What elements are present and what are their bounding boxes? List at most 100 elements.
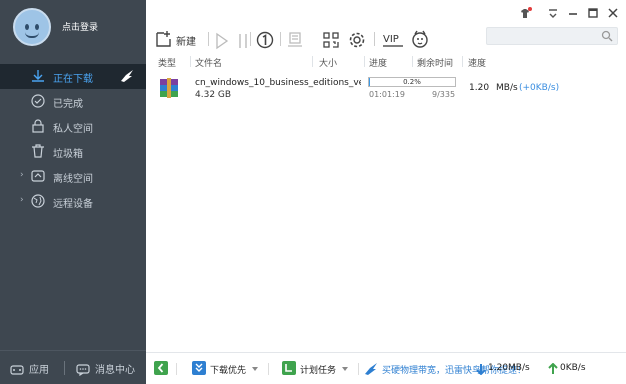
minimize-icon[interactable]: [566, 6, 580, 20]
status-bar: 下载优先 计划任务 买硬物理带宽，迅雷快鸟帮你提速！ 1.20MB/s 0KB/…: [146, 352, 626, 384]
message-center-label: 消息中心: [95, 365, 135, 376]
toolbar-divider: [374, 32, 375, 46]
column-divider[interactable]: [190, 56, 191, 67]
sidebar-item-downloading[interactable]: 正在下载: [0, 64, 146, 89]
qr-code-icon[interactable]: [322, 29, 340, 51]
file-size: 4.32 GB: [195, 90, 232, 100]
sidebar-item-trash[interactable]: 垃圾箱: [0, 139, 146, 164]
skin-icon[interactable]: [518, 6, 532, 20]
close-icon[interactable]: [606, 6, 620, 20]
cloud-icon: [31, 170, 45, 182]
sidebar-item-label: 已完成: [53, 99, 83, 110]
table-row[interactable]: cn_windows_10_business_editions_versio..…: [146, 74, 626, 102]
trash-icon: [32, 144, 44, 158]
toolbar-divider: [280, 32, 281, 46]
thunder-bird-icon: [121, 70, 133, 82]
thunder-bird-icon: [365, 363, 377, 375]
toolbar-divider: [208, 32, 209, 46]
column-size[interactable]: 大小: [319, 56, 337, 69]
profile-area[interactable]: 点击登录: [0, 0, 146, 56]
avatar-mouth: [25, 32, 39, 38]
upload-speed: (+0KB/s): [519, 83, 560, 93]
apps-icon: [10, 365, 24, 375]
main-menu-icon[interactable]: [546, 6, 560, 20]
schedule-icon[interactable]: [282, 361, 296, 375]
double-chevron-down-icon: [195, 363, 203, 372]
maximize-icon[interactable]: [586, 6, 600, 20]
message-center-button[interactable]: 消息中心: [76, 361, 135, 377]
sidebar: 点击登录 正在下载 已完成 私人空间 垃圾箱 › 离线空间 › 远程设备 应用 …: [0, 0, 146, 384]
table-header: 类型 文件名 大小 进度 剩余时间 速度: [146, 54, 626, 69]
status-divider: [176, 363, 177, 375]
expand-arrow-icon[interactable]: ›: [20, 170, 24, 180]
chevron-left-icon: [157, 363, 164, 373]
collapse-sidebar-button[interactable]: [154, 361, 168, 375]
settings-gear-icon[interactable]: [348, 29, 366, 51]
batch-icon[interactable]: [287, 29, 305, 51]
speed-unit: MB/s: [496, 83, 518, 93]
start-icon[interactable]: [214, 30, 230, 52]
arrow-up-icon: [548, 363, 558, 374]
avatar-eye-right: [35, 24, 39, 30]
status-divider: [268, 363, 269, 375]
pause-icon[interactable]: [236, 30, 250, 52]
priority-dropdown-icon[interactable]: [252, 367, 258, 371]
download-priority-icon[interactable]: [192, 361, 206, 375]
archive-file-icon: [160, 78, 178, 98]
column-divider[interactable]: [312, 56, 313, 67]
expand-arrow-icon[interactable]: ›: [20, 195, 24, 205]
progress-text: 0.2%: [403, 78, 421, 86]
sidebar-item-label: 远程设备: [53, 199, 93, 210]
total-upload-speed: 0KB/s: [560, 363, 586, 373]
sidebar-footer: 应用 消息中心: [0, 350, 146, 384]
column-divider[interactable]: [364, 56, 365, 67]
column-progress[interactable]: 进度: [369, 56, 387, 69]
column-type[interactable]: 类型: [158, 56, 176, 69]
vip-icon[interactable]: VIP: [382, 29, 404, 51]
avatar[interactable]: [13, 8, 51, 46]
arrow-down-icon: [476, 364, 486, 375]
status-divider: [358, 363, 359, 375]
download-speed: 1.20: [469, 83, 490, 93]
login-link[interactable]: 点击登录: [62, 20, 98, 33]
progress-bar: 0.2%: [368, 77, 456, 87]
check-circle-icon: [31, 94, 45, 108]
sidebar-item-completed[interactable]: 已完成: [0, 89, 146, 114]
file-name: cn_windows_10_business_editions_versio..…: [195, 78, 361, 88]
lock-icon: [32, 119, 44, 133]
main-panel: 新建 VIP 类型 文件名 大小 进度 剩余时间 速度 cn_windows_1…: [146, 0, 626, 384]
column-remaining[interactable]: 剩余时间: [417, 56, 453, 69]
message-icon: [76, 364, 90, 377]
vip-label: VIP: [383, 34, 399, 45]
column-filename[interactable]: 文件名: [195, 56, 222, 69]
schedule-dropdown-icon[interactable]: [342, 367, 348, 371]
sidebar-item-private[interactable]: 私人空间: [0, 114, 146, 139]
download-icon: [32, 70, 44, 82]
elapsed-time: 01:01:19: [369, 90, 405, 99]
apps-button[interactable]: 应用: [10, 361, 49, 376]
sidebar-item-offline[interactable]: › 离线空间: [0, 164, 146, 189]
sidebar-item-label: 垃圾箱: [53, 149, 83, 160]
download-priority-label[interactable]: 下载优先: [210, 363, 246, 376]
sidebar-item-label: 离线空间: [53, 174, 93, 185]
total-download-speed: 1.20MB/s: [488, 363, 530, 373]
calendar-icon: [285, 364, 292, 372]
mascot-icon[interactable]: [410, 28, 430, 50]
sidebar-item-remote[interactable]: › 远程设备: [0, 189, 146, 214]
sidebar-item-label: 私人空间: [53, 124, 93, 135]
footer-divider: [64, 361, 65, 375]
column-divider[interactable]: [412, 56, 413, 67]
column-speed[interactable]: 速度: [468, 56, 486, 69]
toolbar-divider: [250, 32, 251, 46]
new-task-button[interactable]: 新建: [154, 28, 204, 50]
avatar-eye-left: [25, 24, 29, 30]
column-divider[interactable]: [462, 56, 463, 67]
apps-label: 应用: [29, 365, 49, 376]
new-task-icon: [156, 31, 171, 47]
search-box[interactable]: [486, 27, 618, 45]
schedule-label[interactable]: 计划任务: [300, 363, 336, 376]
search-icon[interactable]: [601, 30, 613, 42]
globe-icon: [31, 194, 45, 208]
speed-limit-icon[interactable]: [256, 29, 274, 51]
sidebar-item-label: 正在下载: [53, 74, 93, 85]
